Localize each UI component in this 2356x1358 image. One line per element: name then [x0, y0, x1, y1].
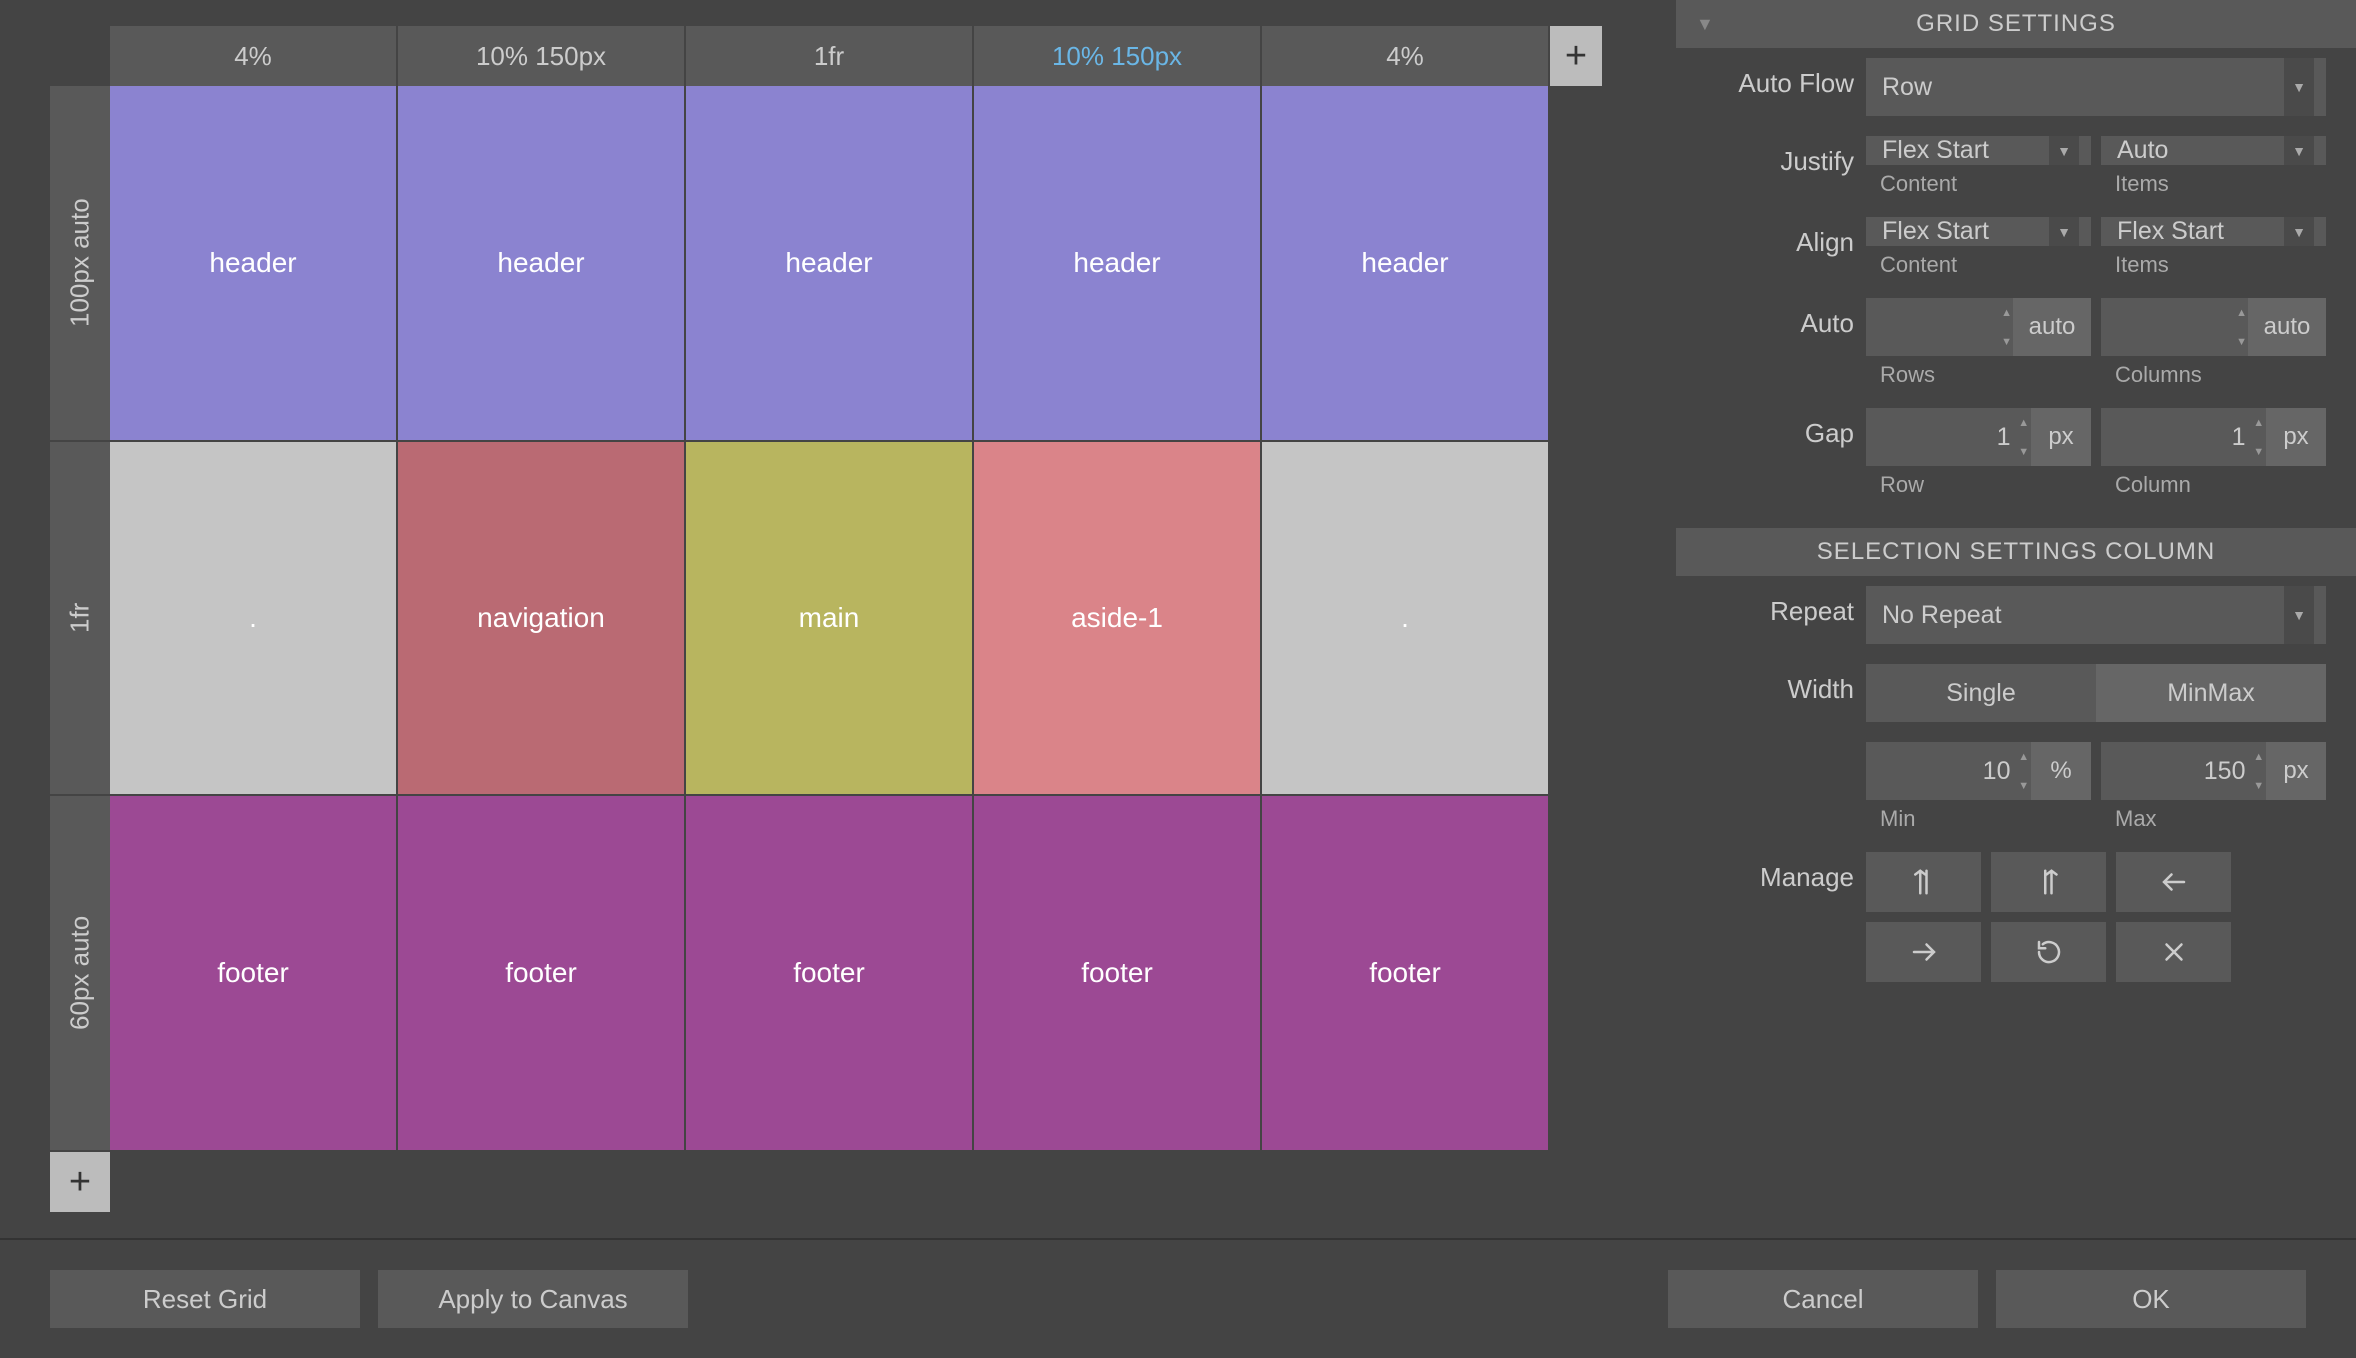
max-sublabel: Max [2101, 806, 2326, 832]
selection-settings-header[interactable]: SELECTION SETTINGS COLUMN [1676, 528, 2356, 576]
grid-cell[interactable]: footer [398, 796, 686, 1152]
insert-before-button[interactable] [1866, 852, 1981, 912]
delete-button[interactable] [2116, 922, 2231, 982]
align-content-select[interactable]: Flex Start ▼ [1866, 217, 2091, 246]
gap-row-sublabel: Row [1866, 472, 2091, 498]
auto-rows-unit[interactable] [2013, 298, 2091, 356]
auto-cols-spinner[interactable]: ▲▼ [2235, 298, 2248, 356]
reset-button[interactable] [1991, 922, 2106, 982]
gap-col-spinner[interactable]: ▲▼ [2251, 408, 2266, 466]
arrow-right-icon [1909, 937, 1939, 967]
grid-cell[interactable]: . [110, 442, 398, 796]
grid-editor: 4%10% 150px1fr10% 150px4%+100px autohead… [0, 0, 1676, 1238]
grid-cell[interactable]: header [398, 86, 686, 442]
grid-cell[interactable]: navigation [398, 442, 686, 796]
auto-flow-label: Auto Flow [1706, 58, 1866, 99]
insert-after-icon [2034, 867, 2064, 897]
selection-settings-title: SELECTION SETTINGS COLUMN [1817, 538, 2215, 566]
max-spinner[interactable]: ▲▼ [2251, 742, 2266, 800]
align-items-sublabel: Items [2101, 252, 2326, 278]
auto-rows-input[interactable] [1866, 298, 2000, 356]
column-header[interactable]: 1fr [686, 26, 974, 86]
footer-bar: Reset Grid Apply to Canvas Cancel OK [0, 1238, 2356, 1358]
row-header[interactable]: 1fr [50, 442, 110, 796]
min-input[interactable] [1866, 742, 2016, 800]
width-minmax-toggle[interactable]: MinMax [2096, 664, 2326, 722]
insert-before-icon [1909, 867, 1939, 897]
row-header[interactable]: 100px auto [50, 86, 110, 442]
grid-cell[interactable]: aside-1 [974, 442, 1262, 796]
add-row-button[interactable]: + [50, 1152, 110, 1212]
ok-button[interactable]: OK [1996, 1270, 2306, 1328]
width-label: Width [1706, 664, 1866, 705]
min-spinner[interactable]: ▲▼ [2016, 742, 2031, 800]
grid-cell[interactable]: footer [1262, 796, 1550, 1152]
chevron-down-icon: ▼ [2292, 143, 2306, 159]
auto-cols-input[interactable] [2101, 298, 2235, 356]
chevron-down-icon: ▼ [2292, 79, 2306, 95]
min-unit[interactable]: % [2031, 742, 2091, 800]
grid-cell[interactable]: footer [686, 796, 974, 1152]
reset-grid-button[interactable]: Reset Grid [50, 1270, 360, 1328]
gap-row-spinner[interactable]: ▲▼ [2016, 408, 2031, 466]
row-header[interactable]: 60px auto [50, 796, 110, 1152]
grid-cell[interactable]: footer [974, 796, 1262, 1152]
grid-cell[interactable]: header [686, 86, 974, 442]
cancel-button[interactable]: Cancel [1668, 1270, 1978, 1328]
auto-rows-spinner[interactable]: ▲▼ [2000, 298, 2013, 356]
grid-cell[interactable]: header [1262, 86, 1550, 442]
width-single-toggle[interactable]: Single [1866, 664, 2096, 722]
grid-cell[interactable]: footer [110, 796, 398, 1152]
reset-icon [2034, 937, 2064, 967]
auto-cols-sublabel: Columns [2101, 362, 2326, 388]
gap-col-unit[interactable]: px [2266, 408, 2326, 466]
align-label: Align [1706, 217, 1866, 258]
chevron-down-icon: ▼ [2057, 143, 2071, 159]
max-unit[interactable]: px [2266, 742, 2326, 800]
column-header[interactable]: 4% [1262, 26, 1550, 86]
column-header[interactable]: 4% [110, 26, 398, 86]
chevron-down-icon: ▼ [2292, 607, 2306, 623]
grid-cell[interactable]: main [686, 442, 974, 796]
collapse-icon: ▼ [1696, 14, 1715, 35]
justify-items-select[interactable]: Auto ▼ [2101, 136, 2326, 165]
justify-label: Justify [1706, 136, 1866, 177]
column-header[interactable]: 10% 150px [398, 26, 686, 86]
auto-rows-sublabel: Rows [1866, 362, 2091, 388]
justify-content-sublabel: Content [1866, 171, 2091, 197]
add-column-button[interactable]: + [1550, 26, 1602, 86]
grid-settings-header[interactable]: ▼ GRID SETTINGS [1676, 0, 2356, 48]
gap-row-unit[interactable]: px [2031, 408, 2091, 466]
grid-cell[interactable]: . [1262, 442, 1550, 796]
chevron-down-icon: ▼ [2057, 224, 2071, 240]
gap-col-sublabel: Column [2101, 472, 2326, 498]
move-left-button[interactable] [2116, 852, 2231, 912]
justify-items-sublabel: Items [2101, 171, 2326, 197]
chevron-down-icon: ▼ [2292, 224, 2306, 240]
grid-settings-title: GRID SETTINGS [1916, 10, 2116, 38]
repeat-select[interactable]: No Repeat ▼ [1866, 586, 2326, 644]
justify-content-select[interactable]: Flex Start ▼ [1866, 136, 2091, 165]
settings-panel: ▼ GRID SETTINGS Auto Flow Row ▼ Justify [1676, 0, 2356, 1238]
apply-to-canvas-button[interactable]: Apply to Canvas [378, 1270, 688, 1328]
align-content-sublabel: Content [1866, 252, 2091, 278]
gap-label: Gap [1706, 408, 1866, 449]
auto-flow-select[interactable]: Row ▼ [1866, 58, 2326, 116]
repeat-label: Repeat [1706, 586, 1866, 627]
manage-label: Manage [1706, 852, 1866, 893]
gap-row-input[interactable] [1866, 408, 2016, 466]
min-sublabel: Min [1866, 806, 2091, 832]
arrow-left-icon [2159, 867, 2189, 897]
move-right-button[interactable] [1866, 922, 1981, 982]
max-input[interactable] [2101, 742, 2251, 800]
close-icon [2159, 937, 2189, 967]
column-header[interactable]: 10% 150px [974, 26, 1262, 86]
gap-col-input[interactable] [2101, 408, 2251, 466]
grid-cell[interactable]: header [974, 86, 1262, 442]
insert-after-button[interactable] [1991, 852, 2106, 912]
auto-cols-unit[interactable] [2248, 298, 2326, 356]
grid-cell[interactable]: header [110, 86, 398, 442]
align-items-select[interactable]: Flex Start ▼ [2101, 217, 2326, 246]
auto-label: Auto [1706, 298, 1866, 339]
